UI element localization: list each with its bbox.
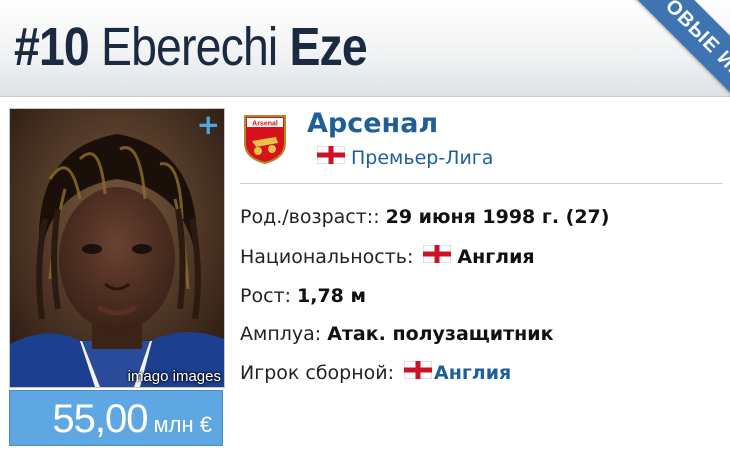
image-credit: imago images [127,368,221,385]
shirt-number: #10 [14,17,90,77]
market-value-unit: млн € [153,412,212,437]
position-value: Атак. полузащитник [327,323,554,345]
market-value-box[interactable]: 55,00 млн € [9,390,223,446]
nationality-row: Национальность: Англия [240,244,535,268]
new-players-ribbon-label: ОВЫЕ ИГРОК [621,0,730,130]
nationality-value: Англия [457,245,535,268]
position-row: Амплуа: Атак. полузащитник [240,323,553,345]
new-players-ribbon[interactable]: ОВЫЕ ИГРОК [580,0,730,130]
player-portrait-image [10,109,224,387]
market-value-amount: 55,00 [52,397,148,441]
birth-row: Род./возраст:: 29 июня 1998 г. (27) [240,206,609,228]
league-link[interactable]: Премьер-Лига [311,145,494,169]
national-team-row: Игрок сборной: Англия [240,360,511,384]
birth-value: 29 июня 1998 г. (27) [385,206,610,228]
height-row: Рост: 1,78 м [240,285,366,307]
player-photo[interactable]: + imago images [9,108,225,388]
page-title: #10 Eberechi Eze [14,14,368,80]
birth-label: Род./возраст:: [240,206,380,228]
arsenal-crest-text: Arsenal [252,121,278,128]
divider [240,183,723,184]
england-flag-icon [422,244,452,268]
nationality-label: Национальность: [240,245,414,268]
club-name-link[interactable]: Арсенал [307,108,438,139]
league-name: Премьер-Лига [351,146,494,169]
national-team-label: Игрок сборной: [240,361,395,384]
national-team-link[interactable]: Англия [434,362,511,384]
arsenal-crest-icon[interactable]: Arsenal [242,113,288,169]
position-label: Амплуа: [240,323,322,345]
plus-icon[interactable]: + [197,111,220,139]
england-flag-icon [403,360,433,384]
height-label: Рост: [240,285,291,307]
player-last-name: Eze [289,17,367,77]
height-value: 1,78 м [297,285,367,307]
england-flag-icon [316,145,346,169]
player-first-name: Eberechi [100,17,278,77]
profile-header: #10 Eberechi Eze ОВЫЕ ИГРОК [0,0,730,130]
